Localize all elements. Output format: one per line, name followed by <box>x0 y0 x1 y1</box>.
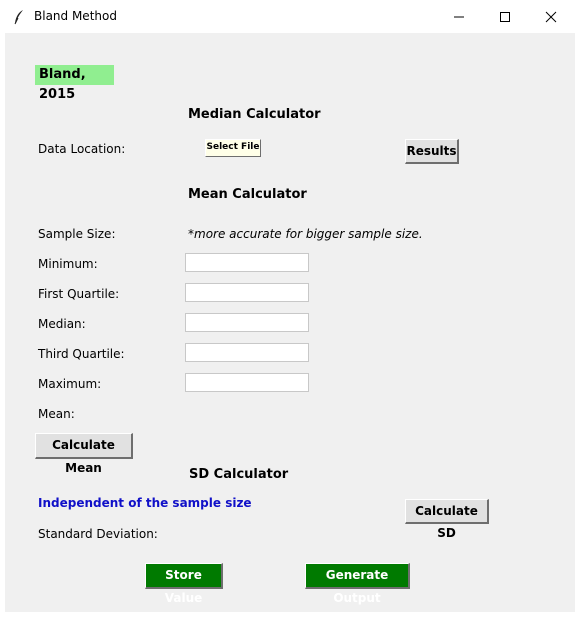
maximum-label: Maximum: <box>38 377 102 391</box>
first-quartile-label: First Quartile: <box>38 287 120 301</box>
maximum-input[interactable] <box>185 373 309 392</box>
close-button[interactable] <box>528 0 574 33</box>
median-label: Median: <box>38 317 86 331</box>
third-quartile-input[interactable] <box>185 343 309 362</box>
results-button[interactable]: Results <box>405 139 459 164</box>
minimum-input[interactable] <box>185 253 309 272</box>
minimize-icon <box>454 16 464 18</box>
title-bar[interactable]: Bland Method <box>0 0 581 33</box>
maximize-button[interactable] <box>482 0 528 33</box>
accuracy-note: *more accurate for bigger sample size. <box>188 227 423 241</box>
app-window: Bland Method Bland, 2015 Median Calculat… <box>0 0 581 617</box>
third-quartile-label: Third Quartile: <box>38 347 125 361</box>
sample-size-independence-note: Independent of the sample size <box>38 496 252 510</box>
main-panel: Bland, 2015 Median Calculator Data Locat… <box>5 33 575 612</box>
mean-calculator-title: Mean Calculator <box>188 187 307 202</box>
first-quartile-input[interactable] <box>185 283 309 302</box>
store-value-button[interactable]: Store Value <box>145 563 223 605</box>
citation-badge: Bland, 2015 <box>35 65 114 102</box>
calculate-sd-button[interactable]: Calculate SD <box>405 499 489 540</box>
sd-calculator-title: SD Calculator <box>189 467 289 482</box>
feather-icon <box>13 9 25 25</box>
window-title: Bland Method <box>34 9 117 23</box>
close-icon <box>545 11 557 23</box>
maximize-icon <box>500 12 510 22</box>
minimize-button[interactable] <box>436 0 482 33</box>
calculate-mean-button[interactable]: Calculate Mean <box>35 433 133 475</box>
sample-size-label: Sample Size: <box>38 227 116 241</box>
standard-deviation-label: Standard Deviation: <box>38 527 158 541</box>
data-location-label: Data Location: <box>38 142 126 156</box>
median-input[interactable] <box>185 313 309 332</box>
generate-output-button[interactable]: Generate Output <box>305 563 410 605</box>
minimum-label: Minimum: <box>38 257 98 271</box>
select-file-button[interactable]: Select File <box>205 139 261 157</box>
median-calculator-title: Median Calculator <box>188 107 321 122</box>
mean-label: Mean: <box>38 407 75 421</box>
